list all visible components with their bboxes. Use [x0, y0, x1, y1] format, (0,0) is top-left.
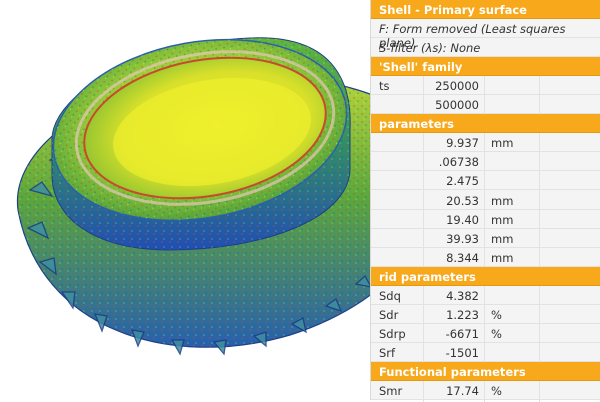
parameter-row: 500000: [371, 95, 600, 117]
parameter-value: -1501: [445, 345, 479, 360]
cell-divider: [539, 285, 540, 307]
parameter-name: Smr: [379, 384, 403, 398]
cell-divider: [423, 247, 424, 269]
cell-divider: [484, 304, 485, 326]
cell-divider: [484, 342, 485, 364]
cell-divider: [484, 190, 485, 212]
parameter-row: Sdrp -6671%: [371, 323, 600, 345]
parameter-name: ts: [379, 79, 390, 94]
parameter-row: 8.344 mm: [371, 247, 600, 269]
cell-divider: [423, 285, 424, 307]
parameter-row: .06738: [371, 152, 600, 174]
parameter-value: 4.382: [446, 288, 479, 303]
cell-divider: [484, 171, 485, 193]
cell-divider: [484, 76, 485, 98]
section-header: Shell - Primary surface: [371, 0, 600, 20]
info-row: F: Form removed (Least squares plane): [371, 19, 600, 50]
parameter-panel: Shell - Primary surface F: Form removed (…: [370, 0, 600, 402]
cell-divider: [423, 133, 424, 155]
cell-divider: [539, 76, 540, 98]
parameter-unit: mm: [491, 250, 514, 265]
cell-divider: [539, 228, 540, 250]
parameter-row: Sdr 1.223%: [371, 304, 600, 326]
cell-divider: [423, 381, 424, 402]
cell-divider: [539, 247, 540, 269]
cell-divider: [423, 209, 424, 231]
parameter-value: 250000: [435, 79, 479, 94]
parameter-value: -6671: [445, 326, 479, 341]
parameter-name: Srf: [379, 345, 396, 360]
cell-divider: [539, 209, 540, 231]
cell-divider: [423, 323, 424, 345]
parameter-value: 9.937: [446, 136, 479, 151]
parameter-value: 39.93: [446, 231, 479, 246]
cell-divider: [423, 76, 424, 98]
cell-divider: [539, 323, 540, 345]
parameter-unit: mm: [491, 136, 514, 151]
parameter-row: 2.475: [371, 171, 600, 193]
cell-divider: [423, 95, 424, 117]
cell-divider: [484, 133, 485, 155]
cell-divider: [423, 171, 424, 193]
cell-divider: [423, 152, 424, 174]
cell-divider: [484, 381, 485, 402]
section-header: parameters: [371, 114, 600, 134]
gear-hub: [51, 37, 351, 251]
cell-divider: [423, 304, 424, 326]
parameter-row: 20.53 mm: [371, 190, 600, 212]
parameter-row: 19.40 mm: [371, 209, 600, 231]
parameter-unit: %: [491, 384, 502, 398]
cell-divider: [539, 152, 540, 174]
cell-divider: [423, 190, 424, 212]
cell-divider: [539, 381, 540, 402]
parameter-unit: %: [491, 326, 502, 341]
section-header-label: parameters: [379, 117, 455, 132]
parameter-row: Sdq 4.382: [371, 285, 600, 307]
parameter-name: Sdq: [379, 288, 401, 303]
parameter-value: 17.74: [446, 384, 479, 398]
cell-divider: [484, 209, 485, 231]
section-header-label: rid parameters: [379, 269, 476, 284]
parameter-value: 8.344: [446, 250, 479, 265]
parameter-name: Sdrp: [379, 326, 406, 341]
cell-divider: [484, 247, 485, 269]
parameter-row: ts 250000: [371, 76, 600, 98]
parameter-row: Smr 17.74%: [371, 381, 600, 402]
section-header: rid parameters: [371, 266, 600, 286]
cell-divider: [539, 190, 540, 212]
cell-divider: [539, 133, 540, 155]
parameter-value: .06738: [438, 155, 479, 170]
cell-divider: [484, 152, 485, 174]
parameter-unit: %: [491, 307, 502, 322]
cell-divider: [484, 323, 485, 345]
cell-divider: [539, 342, 540, 364]
parameter-value: 1.223: [446, 307, 479, 322]
parameter-row: Srf -1501: [371, 342, 600, 364]
parameter-unit: mm: [491, 193, 514, 208]
cell-divider: [539, 304, 540, 326]
parameter-name: Sdr: [379, 307, 399, 322]
cell-divider: [484, 228, 485, 250]
parameter-value: 2.475: [446, 174, 479, 189]
parameter-value: 500000: [435, 98, 479, 113]
section-header-label: Shell - Primary surface: [379, 3, 527, 17]
cell-divider: [484, 285, 485, 307]
cell-divider: [539, 171, 540, 193]
section-header-label: 'Shell' family: [379, 60, 463, 75]
parameter-unit: mm: [491, 231, 514, 246]
section-header-label: Functional parameters: [379, 364, 526, 379]
cell-divider: [423, 228, 424, 250]
parameter-row: 39.93 mm: [371, 228, 600, 250]
info-row: S-filter (λs): None: [371, 38, 600, 58]
parameter-value: 19.40: [446, 212, 479, 227]
parameter-value: 20.53: [446, 193, 479, 208]
parameter-unit: mm: [491, 212, 514, 227]
section-header: Functional parameters: [371, 361, 600, 381]
parameter-row: 9.937 mm: [371, 133, 600, 155]
cell-divider: [539, 95, 540, 117]
info-text: S-filter (λs): None: [379, 41, 481, 56]
cell-divider: [423, 342, 424, 364]
section-header: 'Shell' family: [371, 57, 600, 77]
cell-divider: [484, 95, 485, 117]
